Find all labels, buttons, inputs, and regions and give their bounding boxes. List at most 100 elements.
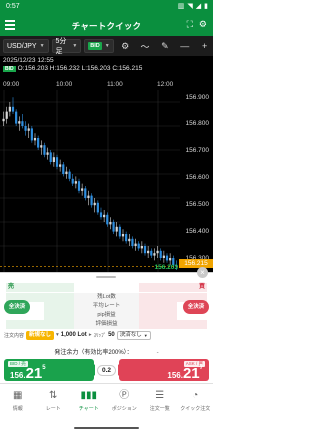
candle-up	[59, 164, 62, 167]
last-price-label: 156.203	[154, 264, 179, 271]
candle-up	[93, 202, 96, 206]
currency-pair-label: USD/JPY	[7, 42, 37, 50]
candle-up	[27, 128, 30, 131]
price-tick: 156.900	[185, 94, 210, 101]
candle-down	[30, 128, 33, 141]
candle-down	[125, 234, 128, 242]
bid-price: 156.215	[10, 365, 46, 382]
pen-draw-icon[interactable]: ✎	[156, 39, 173, 53]
nav-order-list[interactable]: ☰ 注文一覧	[142, 384, 178, 421]
plus-icon[interactable]: +	[196, 39, 213, 53]
candle-up	[40, 145, 43, 148]
time-label: 12:00	[157, 81, 174, 88]
nav-quick-order[interactable]: ◔ クイック注文	[178, 384, 214, 421]
summary-row: 平均レート	[6, 302, 207, 311]
candle-up	[162, 255, 165, 258]
price-chart[interactable]: 2025/12/23 12:55 BID O:156.203 H:156.232 …	[0, 56, 213, 272]
lot-decrease-icon[interactable]: ▾	[56, 332, 59, 338]
buy-header: 買	[169, 283, 207, 292]
fullscreen-icon[interactable]: ⛶	[187, 19, 193, 30]
row-label: pip損益	[74, 311, 139, 320]
price-tick: 156.800	[185, 120, 210, 127]
margin-label: 発注余力（有効比率200%）：	[54, 350, 133, 356]
candle-up	[156, 250, 159, 254]
current-price-tag: 156.215	[179, 259, 213, 268]
order-options-row: 注文内容 新規なし ▾ 1,000 Lot ▸ ｽﾘｯﾌﾟ 50 決済なし ▼	[4, 330, 209, 340]
nav-info[interactable]: ▦ 情報	[0, 384, 36, 421]
margin-capacity: 発注余力（有効比率200%）： -	[0, 347, 213, 356]
candle-down	[165, 255, 169, 261]
trendline-icon[interactable]: 〜	[137, 39, 154, 53]
candle-down	[71, 178, 74, 184]
time-label: 11:00	[107, 81, 123, 88]
lot-quantity[interactable]: 1,000 Lot	[61, 332, 87, 338]
panel-drag-handle[interactable]	[96, 276, 116, 278]
nav-chart[interactable]: ▮▮▮ チャート	[71, 384, 107, 421]
candle-down	[137, 243, 140, 249]
quick-order-icon: ◔	[192, 390, 199, 401]
time-label: 10:00	[56, 81, 73, 88]
status-bar: 0:57 ▥ ◥ ◢ ▮	[0, 0, 213, 14]
sell-bid-button[interactable]: BID / 売 156.215	[4, 359, 94, 382]
candle-up	[169, 258, 172, 261]
chevron-down-icon: ▼	[39, 43, 45, 49]
candle-down	[37, 138, 40, 148]
nav-rate[interactable]: ⇅ レート	[36, 384, 72, 421]
minus-icon[interactable]: ―	[176, 39, 193, 53]
gesture-bar	[0, 421, 213, 434]
indicator-settings-icon[interactable]: ⚙	[117, 39, 134, 53]
price-tick: 156.400	[185, 228, 210, 235]
candle-up	[134, 243, 137, 246]
candle-down	[55, 157, 59, 167]
chart-candle-icon: ▮▮▮	[80, 390, 97, 401]
ohlc-info: 2025/12/23 12:55 BID O:156.203 H:156.232 …	[3, 57, 142, 73]
candle-down	[49, 152, 52, 162]
ohlc-datetime: 2025/12/23 12:55	[3, 57, 54, 64]
order-type-toggle[interactable]: 新規なし	[26, 330, 55, 340]
price-type-badge: BID	[88, 42, 102, 50]
buy-ask-button[interactable]: ASK / 買 156.217	[119, 359, 209, 382]
candle-up	[115, 226, 118, 232]
candle-up	[8, 106, 11, 112]
candle-down	[62, 164, 65, 174]
candle-up	[33, 138, 37, 141]
status-time: 0:57	[6, 3, 20, 10]
timeframe-select[interactable]: 5分足 ▼	[51, 38, 82, 55]
slippage-label: ｽﾘｯﾌﾟ	[93, 332, 107, 339]
ohlc-values: O:156.203 H:156.232 L:156.203 C:156.215	[17, 65, 143, 72]
candle-up	[87, 195, 90, 198]
app-header: チャートクイック ⛶ ⚙	[0, 14, 213, 36]
settle-option-select[interactable]: 決済なし ▼	[116, 330, 151, 340]
candle-down	[84, 188, 87, 198]
price-type-select[interactable]: BID ▼	[84, 39, 114, 53]
candle-down	[99, 212, 103, 218]
settle-all-buy-button[interactable]: 全決済	[183, 300, 209, 314]
bid-arrow-icon	[90, 364, 95, 376]
candle-down	[106, 214, 109, 225]
slippage-value[interactable]: 50	[108, 332, 115, 338]
settle-all-sell-button[interactable]: 全決済	[4, 300, 30, 314]
nav-position[interactable]: Ⓟ ポジション	[107, 384, 143, 421]
close-icon[interactable]: ×	[197, 267, 208, 278]
signal-icon: ◢	[195, 3, 202, 10]
bottom-navigation: ▦ 情報 ⇅ レート ▮▮▮ チャート Ⓟ ポジション ☰ 注文一覧 ◔ クイッ…	[0, 383, 213, 421]
price-tick: 156.600	[185, 174, 210, 181]
candle-up	[52, 157, 55, 162]
summary-row: 評価損益	[6, 320, 207, 329]
wifi-icon: ◥	[187, 3, 193, 10]
currency-pair-select[interactable]: USD/JPY ▼	[3, 39, 49, 53]
timeframe-label: 5分足	[55, 38, 67, 55]
candle-down	[96, 202, 99, 213]
candle-up	[46, 152, 49, 155]
candle-down	[43, 145, 46, 155]
candle-up	[65, 171, 68, 174]
settle-option-label: 決済なし	[119, 331, 142, 338]
settings-gear-icon[interactable]: ⚙	[199, 19, 207, 30]
page-title: チャートクイック	[71, 21, 142, 31]
order-type-label: 注文内容	[4, 332, 25, 339]
chart-toolbar: USD/JPY ▼ 5分足 ▼ BID ▼ ⚙ 〜 ✎ ― +	[0, 36, 213, 56]
candle-up	[109, 222, 112, 225]
summary-header-row: 売 買	[6, 283, 207, 292]
info-grid-icon: ▦	[13, 390, 23, 401]
lot-increase-icon[interactable]: ▸	[89, 332, 92, 338]
